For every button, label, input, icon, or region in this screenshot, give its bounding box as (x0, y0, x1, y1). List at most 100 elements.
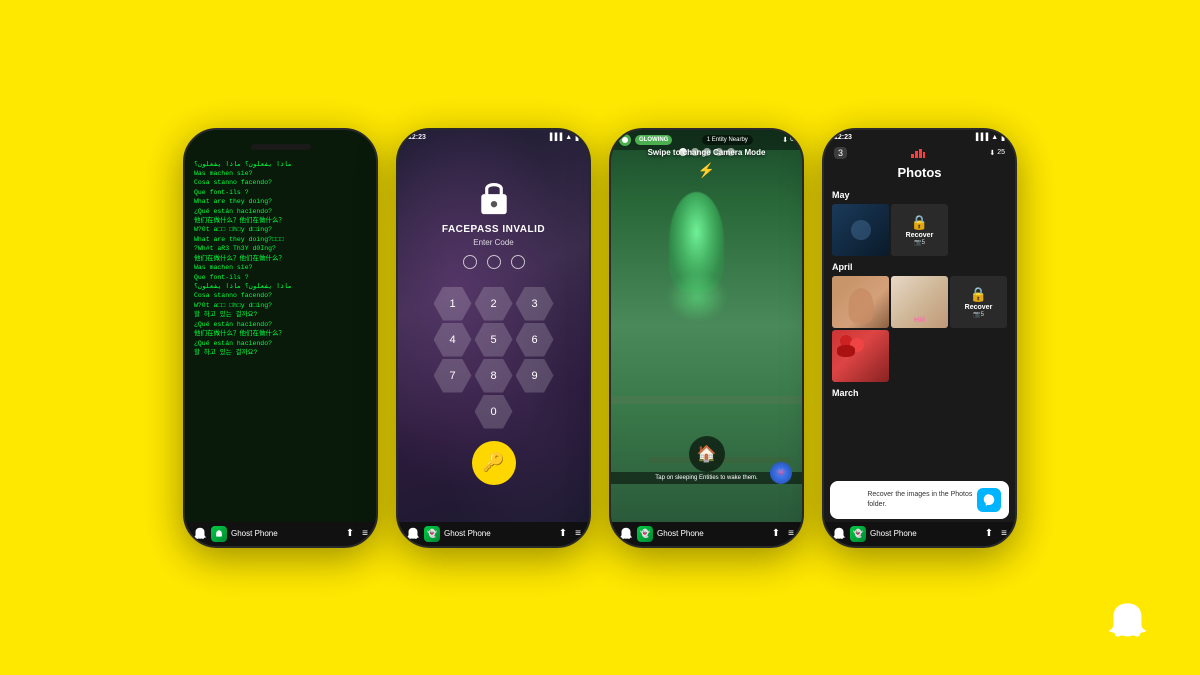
ghost-phone-label3: Ghost Phone (657, 529, 704, 538)
hex-btn-7[interactable]: 7 (434, 359, 472, 393)
phone4-screen: 12:23 ▐▐▐ ▲ ▮ 3 (824, 130, 1015, 522)
recover-count-may: 📷5 (914, 239, 925, 246)
may-photo-1[interactable] (832, 204, 889, 256)
banner-content: ◀ Recover the images in the Photos folde… (838, 486, 977, 514)
hex-btn-0[interactable]: 0 (475, 395, 513, 429)
download-area4: ⬇ 25 (989, 149, 1005, 157)
photos-scroll[interactable]: May 🔒 Recover 📷5 (824, 186, 1015, 478)
phone3-bottom-icons[interactable]: ⬆ ≡ (772, 528, 794, 539)
ar-screen: GLOWING 1 Entity Nearby ⬇ 0 (611, 130, 802, 522)
lock-icon (474, 176, 514, 216)
share-icon4[interactable]: ⬆ (985, 528, 993, 539)
phone4-snap-area: 👻 Ghost Phone (832, 526, 917, 542)
hex-btn-5[interactable]: 5 (475, 323, 513, 357)
facepass-title: FACEPASS INVALID (442, 224, 545, 235)
hex-btn-4[interactable]: 4 (434, 323, 472, 357)
snapchat-recovery-icon (982, 493, 996, 507)
may-section: May 🔒 Recover 📷5 (824, 186, 1015, 258)
ghost-phone-label1: Ghost Phone (231, 529, 278, 538)
ghost-phone-icon4: 👻 (850, 526, 866, 542)
hex-btn-8[interactable]: 8 (475, 359, 513, 393)
phone4-bottom-icons[interactable]: ⬆ ≡ (985, 528, 1007, 539)
hex-row4: 0 (475, 395, 513, 429)
share-icon1[interactable]: ⬆ (346, 528, 354, 539)
hex-btn-9[interactable]: 9 (516, 359, 554, 393)
phone2-screen: 12:23 ▐▐▐ ▲ ▮ FACEPAS (398, 130, 589, 522)
phone2-bottom-icons[interactable]: ⬆ ≡ (559, 528, 581, 539)
snap-ghost-svg (1105, 600, 1150, 645)
download-indicator: ⬇ 0 (782, 136, 794, 144)
hex-btn-6[interactable]: 6 (516, 323, 554, 357)
april-photo-person[interactable] (832, 276, 889, 328)
energy-symbol: ⚡ (698, 162, 715, 179)
recovery-banner-text: Recover the images in the Photos folder. (867, 490, 973, 508)
april-label: April (832, 262, 1007, 272)
status-icons4: ▐▐▐ ▲ ▮ (973, 134, 1005, 142)
house-button[interactable]: 🏠 (689, 436, 725, 472)
phone3-ar: GLOWING 1 Entity Nearby ⬇ 0 (609, 128, 804, 548)
share-icon3[interactable]: ⬆ (772, 528, 780, 539)
code-dot-1 (463, 255, 477, 269)
phone3-screen: GLOWING 1 Entity Nearby ⬇ 0 (611, 130, 802, 522)
recover-lock-icon-april: 🔒 (970, 286, 987, 303)
menu-icon4[interactable]: ≡ (1001, 528, 1007, 539)
hex-btn-3[interactable]: 3 (516, 287, 554, 321)
snapchat-icon3 (619, 527, 633, 541)
ghost-phone-label4: Ghost Phone (870, 529, 917, 538)
april-section: April Hiii (824, 258, 1015, 384)
may-recover-thumb[interactable]: 🔒 Recover 📷5 (891, 204, 948, 256)
back-nav-icon[interactable]: ◀ (838, 486, 858, 514)
april-photo-fruit[interactable] (832, 330, 889, 382)
april-photo-group[interactable]: Hiii (891, 276, 948, 328)
status-left3: GLOWING (619, 134, 672, 146)
menu-icon1[interactable]: ≡ (362, 528, 368, 539)
hex-row3: 7 8 9 (434, 359, 554, 393)
key-button[interactable]: 🔑 (472, 441, 516, 485)
march-label: March (832, 388, 1007, 398)
camera-mode-text: Swipe to change Camera Mode (611, 148, 802, 157)
hex-btn-2[interactable]: 2 (475, 287, 513, 321)
entity-orb[interactable]: 👾 (770, 462, 792, 484)
hex-keypad[interactable]: 1 2 3 4 5 6 7 8 9 (434, 287, 554, 429)
phone2-facepass: 12:23 ▐▐▐ ▲ ▮ FACEPAS (396, 128, 591, 548)
photos-title: Photos (897, 165, 941, 180)
march-section: March (824, 384, 1015, 404)
phone1-bottom-icons[interactable]: ⬆ ≡ (346, 528, 368, 539)
code-dot-3 (511, 255, 525, 269)
matrix-text: ماذا يفعلون؟ ماذا يفعلون؟ Was machen sie… (191, 158, 370, 360)
chart-icon (911, 148, 925, 158)
phone1-bottombar: Ghost Phone ⬆ ≡ (185, 522, 376, 546)
facepass-subtitle: Enter Code (473, 238, 513, 247)
code-dots (463, 255, 525, 269)
phone4-photos: 12:23 ▐▐▐ ▲ ▮ 3 (822, 128, 1017, 548)
photos-title-area: Photos (824, 162, 1015, 186)
share-icon2[interactable]: ⬆ (559, 528, 567, 539)
menu-icon2[interactable]: ≡ (575, 528, 581, 539)
download-count3: 0 (790, 136, 794, 143)
phones-container: ماذا يفعلون؟ ماذا يفعلون؟ Was machen sie… (143, 98, 1057, 578)
phone3-bottombar: 👻 Ghost Phone ⬆ ≡ (611, 522, 802, 546)
hex-row1: 1 2 3 (434, 287, 554, 321)
counter-left: 3 (834, 147, 847, 159)
counter-right: 25 (997, 149, 1005, 156)
snapchat-logo (1105, 600, 1150, 650)
banner-separator (862, 490, 863, 510)
phone1-snap-icon: Ghost Phone (193, 526, 278, 542)
phone4-statusbar: 12:23 ▐▐▐ ▲ ▮ (824, 130, 1015, 144)
hiii-label: Hiii (914, 317, 925, 324)
facepass-screen: 12:23 ▐▐▐ ▲ ▮ FACEPAS (398, 130, 589, 522)
recover-count-april: 📷5 (973, 311, 984, 318)
phone3-snap-area: 👻 Ghost Phone (619, 526, 704, 542)
hex-btn-1[interactable]: 1 (434, 287, 472, 321)
wifi-icon4: ▲ (991, 134, 998, 141)
ghost-figure (657, 192, 737, 332)
snapchat-icon2 (406, 527, 420, 541)
menu-icon3[interactable]: ≡ (788, 528, 794, 539)
recovery-banner[interactable]: ◀ Recover the images in the Photos folde… (830, 481, 1009, 519)
group-photo-sim: Hiii (891, 276, 948, 328)
phone2-bottombar: 👻 Ghost Phone ⬆ ≡ (398, 522, 589, 546)
matrix-screen: ماذا يفعلون؟ ماذا يفعلون؟ Was machen sie… (185, 130, 376, 522)
april-recover-thumb[interactable]: 🔒 Recover 📷5 (950, 276, 1007, 328)
signal-icon4: ▐▐▐ (973, 134, 988, 141)
recovery-action-icon[interactable] (977, 488, 1001, 512)
